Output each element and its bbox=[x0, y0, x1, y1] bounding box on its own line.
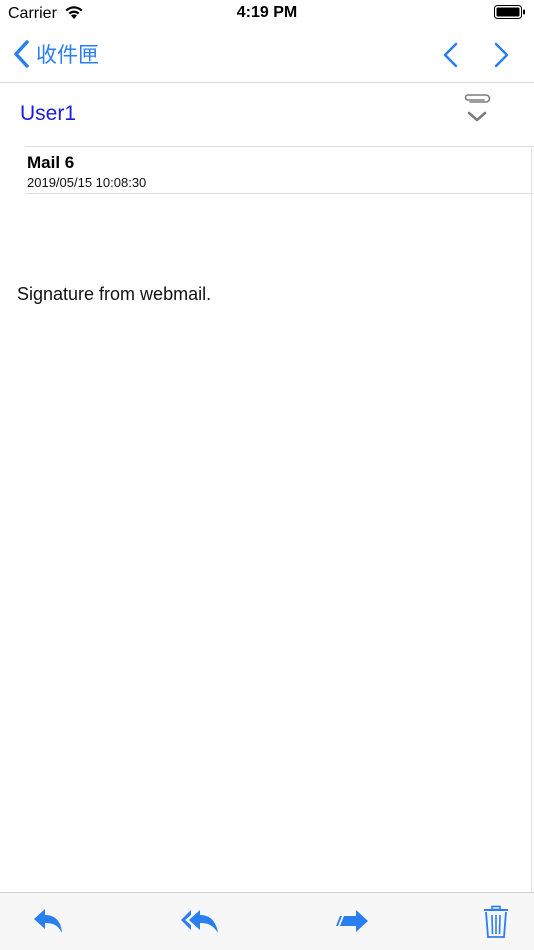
forward-icon[interactable] bbox=[334, 905, 370, 939]
subject-divider bbox=[25, 193, 534, 194]
previous-mail-button[interactable] bbox=[438, 40, 464, 70]
header-divider bbox=[25, 146, 534, 147]
paperclip-icon bbox=[464, 94, 491, 103]
bottom-toolbar bbox=[0, 892, 534, 950]
back-label: 收件匣 bbox=[36, 43, 99, 67]
next-mail-button[interactable] bbox=[488, 40, 514, 70]
reply-icon[interactable] bbox=[32, 905, 64, 939]
chevron-left-icon bbox=[14, 40, 29, 68]
navigation-bar: 收件匣 bbox=[0, 28, 534, 83]
mail-date: 2019/05/15 10:08:30 bbox=[27, 175, 147, 190]
mail-detail-screen: Carrier 4:19 PM 收件匣 User1 Mail 6 2019/05… bbox=[0, 0, 534, 950]
status-bar: Carrier 4:19 PM bbox=[0, 0, 534, 28]
mail-body: Signature from webmail. bbox=[17, 284, 212, 304]
chevron-down-icon[interactable] bbox=[466, 110, 488, 124]
sender-name[interactable]: User1 bbox=[20, 102, 76, 126]
mail-subject: Mail 6 bbox=[27, 153, 75, 172]
content-edge bbox=[531, 146, 532, 892]
back-button[interactable]: 收件匣 bbox=[12, 38, 99, 70]
status-time: 4:19 PM bbox=[236, 4, 298, 21]
trash-icon[interactable] bbox=[482, 905, 510, 939]
reply-all-icon[interactable] bbox=[180, 905, 220, 939]
battery-icon bbox=[494, 5, 525, 19]
